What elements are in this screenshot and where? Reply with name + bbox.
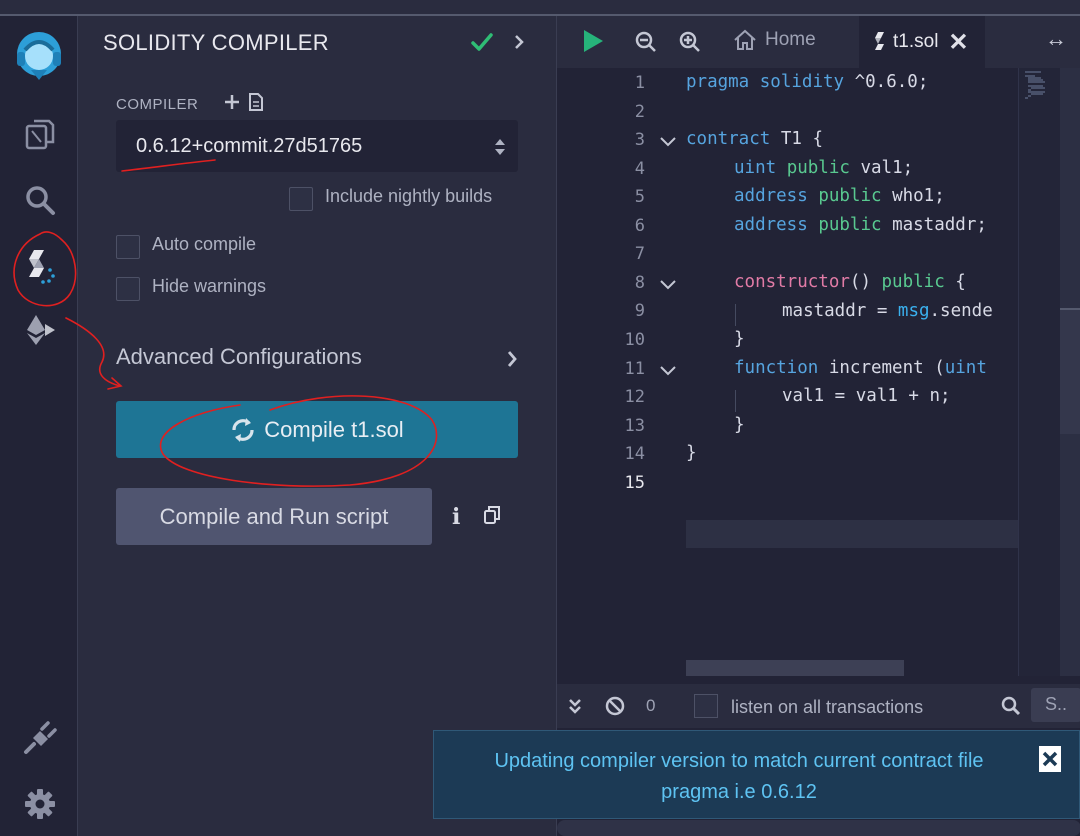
toast-line-1: Updating compiler version to match curre…: [494, 750, 984, 772]
code-line-1: pragma solidity ^0.6.0;: [686, 72, 929, 92]
code-line-10: }: [734, 329, 745, 349]
line-number: 3: [634, 130, 645, 151]
compile-run-script-button[interactable]: Compile and Run script: [116, 488, 432, 545]
window-top-strip: [0, 0, 1080, 16]
horizontal-scrollbar[interactable]: [686, 660, 904, 676]
auto-compile-checkbox[interactable]: [116, 235, 140, 259]
include-nightly-label: Include nightly builds: [325, 186, 493, 206]
code-line-4: uint public val1;: [734, 158, 914, 178]
line-number: 9: [634, 301, 645, 322]
search-icon: [1001, 696, 1021, 721]
chevron-right-icon[interactable]: [512, 34, 526, 55]
code-line-11: function increment (uint: [734, 358, 987, 378]
code-line-12: val1 = val1 + n;: [782, 386, 951, 406]
current-line-highlight: [686, 520, 1018, 548]
solidity-icon: [873, 31, 887, 53]
compiler-update-toast: Updating compiler version to match curre…: [433, 730, 1080, 819]
search-icon[interactable]: [18, 178, 62, 222]
toast-line-2: pragma i.e 0.6.12: [661, 781, 817, 803]
line-number-gutter: 1 2 3 4 5 6 7 8 9 10 11 12 13 14 15: [557, 68, 686, 682]
expand-horizontal-icon[interactable]: ↔: [1045, 26, 1067, 52]
line-number: 1: [634, 73, 645, 93]
chevron-double-down-icon[interactable]: [567, 696, 583, 716]
select-arrows-icon: [494, 136, 506, 163]
run-play-icon[interactable]: [581, 28, 605, 54]
terminal-scrollbar[interactable]: [557, 820, 1080, 836]
editor-area: Home t1.sol ✕ ↔ 1 2 3 4 5 6 7 8 9 10 11 12 13 14 15 pr…: [556, 16, 1080, 836]
fold-chevron-icon[interactable]: [659, 364, 677, 382]
file-explorer-icon[interactable]: [18, 112, 62, 156]
plus-icon[interactable]: [223, 92, 241, 117]
clear-ban-icon[interactable]: [604, 695, 626, 717]
line-number: 15: [624, 472, 645, 493]
include-nightly-checkbox[interactable]: [289, 187, 313, 211]
line-number: 7: [634, 244, 645, 265]
fold-chevron-icon[interactable]: [659, 135, 677, 153]
tab-home[interactable]: Home: [733, 28, 816, 52]
indent-guide: [735, 390, 736, 412]
code-editor[interactable]: pragma solidity ^0.6.0; contract T1 { ui…: [686, 68, 1018, 676]
listen-all-label: listen on all transactions: [731, 697, 924, 717]
indent-guide: [735, 304, 736, 326]
document-icon[interactable]: [248, 92, 264, 117]
pending-tx-count: 0: [646, 696, 656, 715]
line-number: 2: [634, 101, 645, 122]
line-number: 14: [624, 444, 645, 465]
code-line-8: constructor() public {: [734, 272, 966, 292]
close-icon[interactable]: [1039, 746, 1061, 772]
compiler-version-select[interactable]: 0.6.12+commit.27d51765: [116, 120, 518, 172]
line-number: 12: [624, 387, 645, 408]
minimap[interactable]: [1018, 68, 1060, 676]
remix-logo-icon[interactable]: [8, 26, 70, 88]
refresh-icon: [230, 415, 256, 445]
solidity-compiler-icon[interactable]: [18, 246, 62, 290]
fold-chevron-icon[interactable]: [659, 278, 677, 296]
compile-button[interactable]: Compile t1.sol: [116, 401, 518, 458]
line-number: 10: [624, 329, 645, 350]
home-icon: [733, 28, 757, 52]
compiler-version-value: 0.6.12+commit.27d51765: [136, 135, 363, 157]
line-number: 5: [634, 187, 645, 208]
code-line-3: contract T1 {: [686, 129, 823, 149]
vertical-scroll-thumb[interactable]: [1060, 308, 1080, 434]
tab-home-label: Home: [765, 29, 816, 50]
plugin-manager-icon[interactable]: [18, 716, 62, 760]
compile-button-label: Compile t1.sol: [264, 416, 404, 442]
auto-compile-label: Auto compile: [152, 234, 257, 254]
compiler-label: COMPILER: [116, 96, 199, 113]
line-number: 11: [624, 358, 645, 379]
line-number: 8: [634, 272, 645, 293]
editor-tabbar: Home t1.sol ✕ ↔: [557, 16, 1080, 68]
zoom-in-icon[interactable]: [679, 31, 701, 53]
code-line-14: }: [686, 443, 697, 463]
deploy-run-icon[interactable]: [18, 308, 62, 352]
line-number: 4: [634, 158, 645, 179]
compile-run-script-label: Compile and Run script: [159, 503, 389, 529]
code-line-5: address public who1;: [734, 186, 945, 206]
chevron-right-icon[interactable]: [506, 350, 518, 373]
info-icon[interactable]: i: [452, 504, 460, 530]
settings-icon[interactable]: [18, 782, 62, 826]
solidity-compiler-panel: SOLIDITY COMPILER COMPILER 0.6.12+commit…: [78, 16, 556, 836]
zoom-out-icon[interactable]: [635, 31, 657, 53]
line-number: 6: [634, 215, 645, 236]
listen-all-checkbox[interactable]: [694, 694, 718, 718]
tab-t1-label: t1.sol: [893, 31, 939, 52]
copy-icon[interactable]: [483, 505, 501, 530]
tab-t1-sol[interactable]: t1.sol ✕: [859, 16, 985, 68]
check-icon: [470, 31, 494, 58]
code-line-6: address public mastaddr;: [734, 215, 987, 235]
icon-rail: [0, 16, 78, 836]
terminal-bar: 0 listen on all transactions S..: [557, 684, 1080, 728]
close-icon[interactable]: ✕: [948, 28, 968, 57]
code-line-13: }: [734, 415, 745, 435]
panel-title: SOLIDITY COMPILER: [103, 30, 329, 55]
terminal-search-input[interactable]: S..: [1031, 688, 1080, 722]
line-number: 13: [624, 415, 645, 436]
hide-warnings-checkbox[interactable]: [116, 277, 140, 301]
toast-message: Updating compiler version to match curre…: [454, 746, 1024, 808]
hide-warnings-label: Hide warnings: [152, 276, 267, 296]
advanced-configurations-toggle[interactable]: Advanced Configurations: [116, 344, 362, 370]
code-line-9: mastaddr = msg.sende: [782, 301, 993, 321]
